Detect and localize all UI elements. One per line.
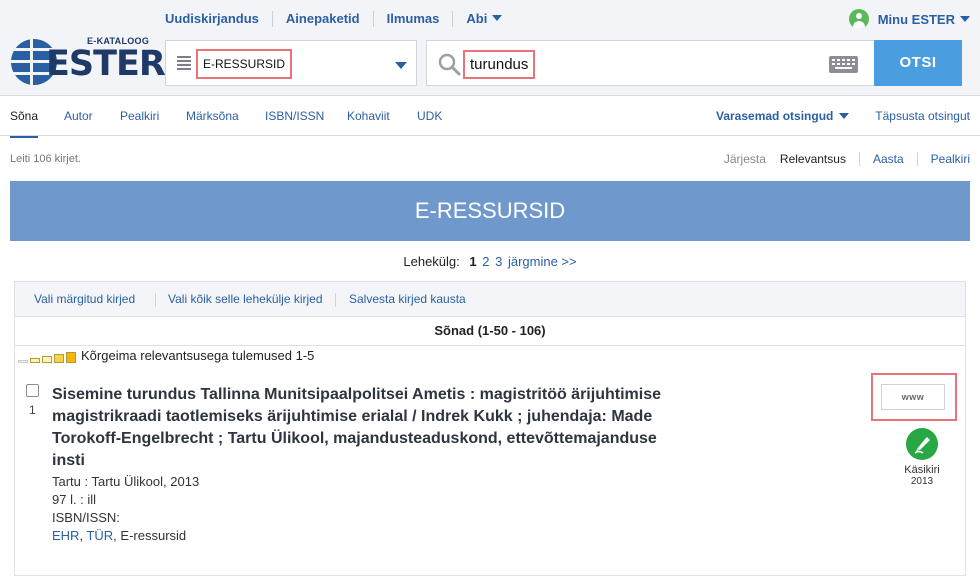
chevron-down-icon	[492, 15, 503, 21]
www-button[interactable]: www	[881, 384, 945, 410]
nav-ilmumas[interactable]: Ilmumas	[372, 11, 453, 27]
nav-abi-label: Abi	[466, 11, 488, 26]
keyboard-icon[interactable]	[829, 56, 858, 73]
search-input[interactable]: turundus	[463, 50, 536, 79]
collection-select[interactable]: E-RESSURSID	[165, 40, 417, 86]
previous-searches-label: Varasemad otsingud	[716, 109, 834, 123]
sort-relevance[interactable]: Relevantsus	[773, 152, 859, 166]
page-link-2[interactable]: 2	[482, 254, 489, 269]
record-title[interactable]: Sisemine turundus Tallinna Munitsipaalpo…	[52, 384, 692, 472]
chevron-down-icon	[395, 62, 407, 69]
search-type-tabs: Sõna Autor Pealkiri Märksõna ISBN/ISSN K…	[0, 96, 980, 138]
tab-pealkiri[interactable]: Pealkiri	[120, 96, 159, 136]
relevance-bars-icon	[18, 352, 78, 363]
relevance-indicator: Kõrgeima relevantsusega tulemused 1-5	[18, 348, 314, 363]
refine-search-link[interactable]: Täpsusta otsingut	[875, 96, 970, 136]
relevance-text: Kõrgeima relevantsusega tulemused 1-5	[81, 348, 315, 363]
account-label: Minu ESTER	[877, 11, 955, 27]
search-icon	[438, 53, 461, 76]
account-menu[interactable]: Minu ESTER	[848, 9, 970, 29]
pagination: Lehekülg: 1 2 3 järgmine >>	[0, 254, 980, 269]
select-marked-link[interactable]: Vali märgitud kirjed	[34, 282, 135, 316]
tab-kohaviit[interactable]: Kohaviit	[347, 96, 390, 136]
sort-options: Järjesta Relevantsus Aasta Pealkiri	[711, 152, 970, 166]
material-type-label: Käsikiri	[904, 464, 940, 476]
results-count: Leiti 106 kirjet.	[10, 153, 81, 165]
user-icon	[848, 9, 869, 29]
record-locations: EHR, TÜR, E-ressursid	[52, 528, 187, 543]
location-e-ressursid: E-ressursid	[120, 528, 187, 543]
location-link-tur[interactable]: TÜR	[86, 528, 113, 543]
location-link-ehr[interactable]: EHR	[52, 528, 79, 543]
result-record: Kõrgeima relevantsusega tulemused 1-5 1 …	[14, 346, 966, 576]
page-link-3[interactable]: 3	[495, 254, 502, 269]
record-extent: 97 l. : ill	[52, 492, 97, 507]
record-isbn: ISBN/ISSN:	[52, 510, 120, 525]
chevron-down-icon	[839, 113, 850, 119]
record-checkbox[interactable]	[26, 384, 39, 397]
nav-abi[interactable]: Abi	[452, 11, 515, 27]
pager-label: Lehekülg:	[403, 254, 460, 269]
record-publisher: Tartu : Tartu Ülikool, 2013	[52, 474, 200, 489]
next-page-link[interactable]: järgmine >>	[508, 254, 577, 269]
tab-isbn-issn[interactable]: ISBN/ISSN	[265, 96, 324, 136]
material-year: 2013	[910, 476, 934, 487]
select-all-on-page-link[interactable]: Vali kõik selle lehekülje kirjed	[168, 282, 323, 316]
nav-uudiskirjandus[interactable]: Uudiskirjandus	[165, 11, 272, 27]
collection-value: E-RESSURSID	[196, 49, 293, 79]
top-navigation: Uudiskirjandus Ainepaketid Ilmumas Abi	[165, 11, 515, 27]
record-details: Tartu : Tartu Ülikool, 2013 97 l. : ill …	[52, 473, 199, 545]
material-type: Käsikiri 2013	[892, 428, 952, 487]
ester-logo[interactable]: E-KATALOOG ESTER	[10, 36, 166, 88]
sort-year[interactable]: Aasta	[858, 152, 917, 166]
tab-udk[interactable]: UDK	[417, 96, 442, 136]
sort-label: Järjesta	[723, 152, 766, 166]
tab-autor[interactable]: Autor	[64, 96, 93, 136]
sort-title[interactable]: Pealkiri	[916, 152, 970, 166]
online-access-highlight: www	[871, 373, 957, 421]
save-to-folder-link[interactable]: Salvesta kirjed kausta	[349, 282, 466, 316]
record-actions-bar: Vali märgitud kirjed Vali kõik selle leh…	[14, 281, 966, 317]
collection-banner: E-RESSURSID	[10, 181, 970, 241]
previous-searches-dropdown[interactable]: Varasemad otsingud	[716, 96, 850, 136]
header: Uudiskirjandus Ainepaketid Ilmumas Abi M…	[0, 0, 980, 96]
divider	[335, 293, 336, 307]
record-number: 1	[29, 403, 36, 417]
logo-title: ESTER	[46, 44, 166, 84]
nav-ainepaketid[interactable]: Ainepaketid	[271, 11, 373, 27]
manuscript-pen-icon	[906, 428, 938, 460]
list-icon	[177, 56, 191, 70]
search-button[interactable]: OTSI	[874, 40, 962, 86]
search-field[interactable]: turundus	[426, 40, 876, 86]
divider	[155, 293, 156, 307]
group-header: Sõnad (1-50 - 106)	[14, 317, 966, 346]
chevron-down-icon	[960, 16, 970, 22]
tab-sona[interactable]: Sõna	[10, 96, 39, 138]
page-current: 1	[469, 254, 477, 269]
tab-marksona[interactable]: Märksõna	[186, 96, 239, 136]
